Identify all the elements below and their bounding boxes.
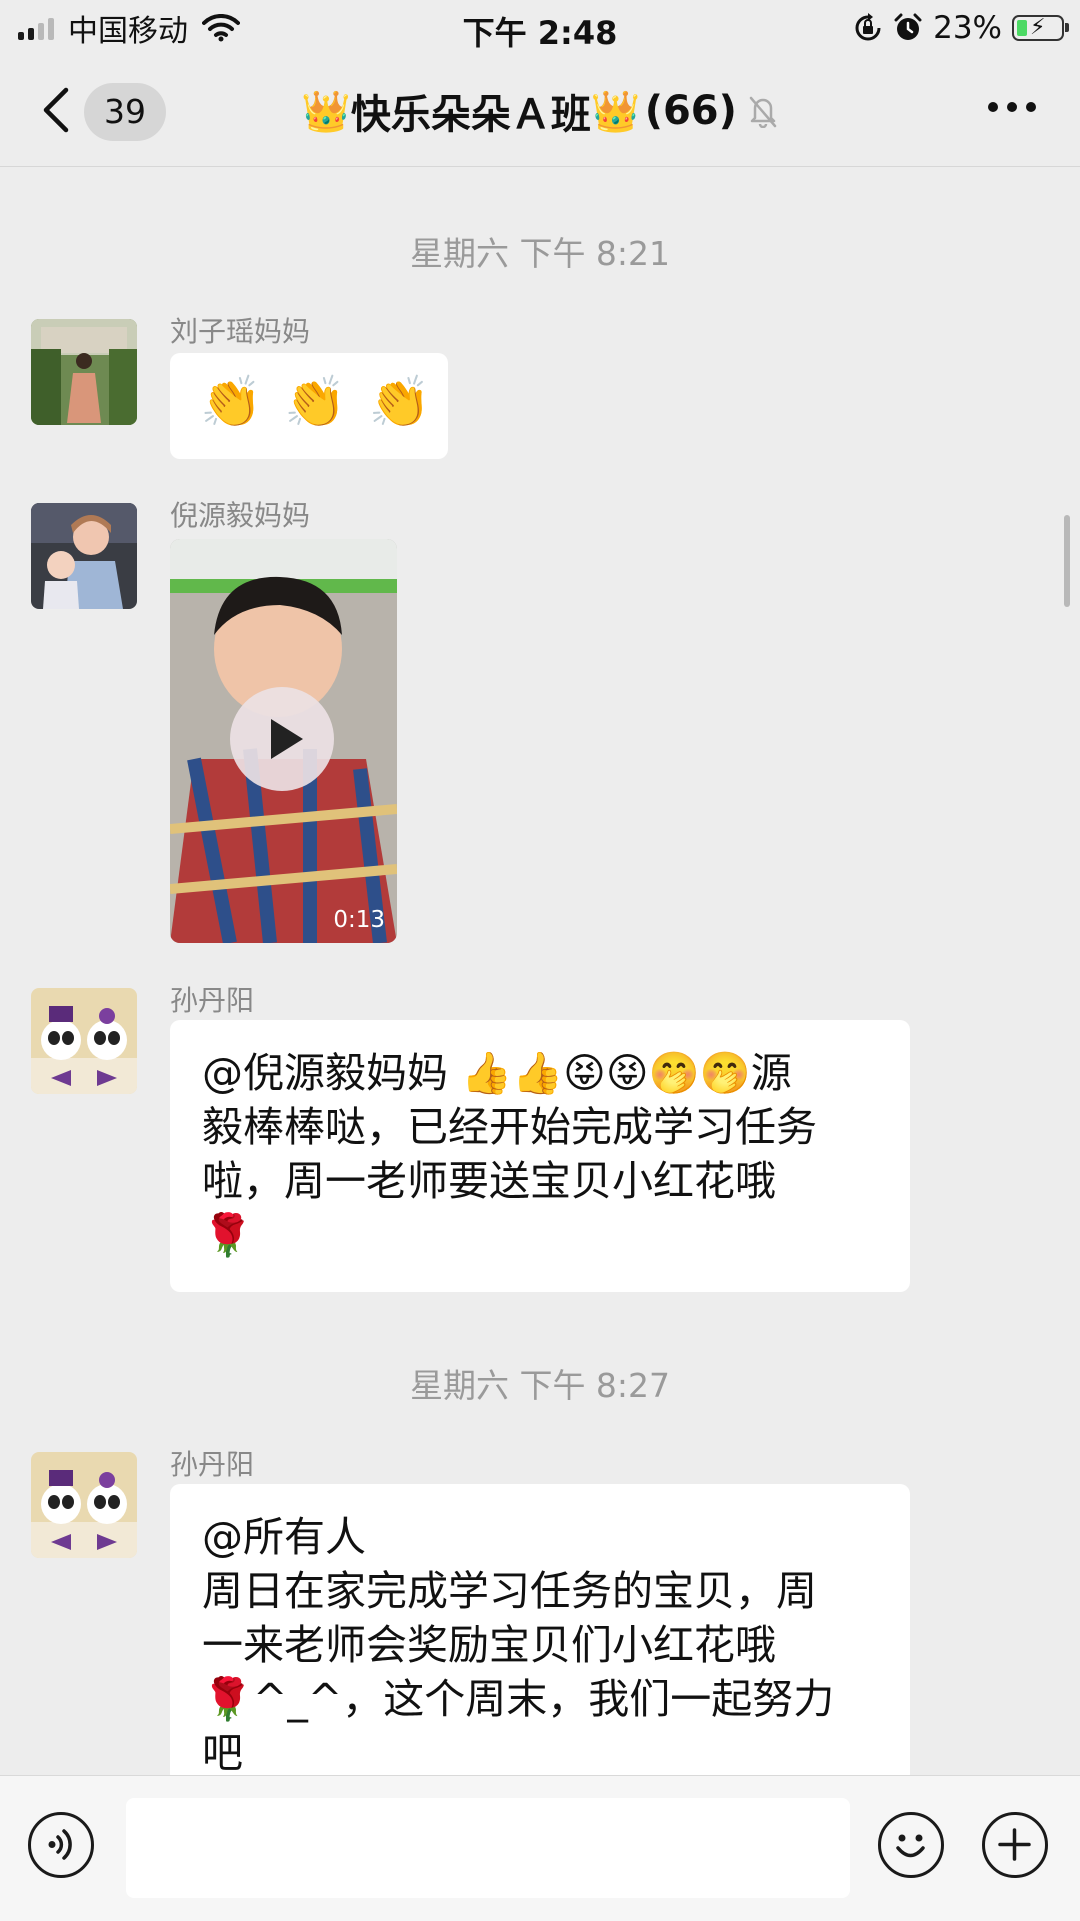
member-count: (66): [644, 88, 737, 134]
message-text: @倪源毅妈妈 👍👍😝😝🤭🤭源 毅棒棒哒，已经开始完成学习任务 啦，周一老师要送宝…: [202, 1049, 817, 1259]
status-right: 23% ⚡: [853, 8, 1069, 48]
more-icon[interactable]: [988, 102, 1036, 112]
message-input[interactable]: [126, 1798, 850, 1898]
orientation-lock-icon: [855, 13, 881, 41]
message-bubble[interactable]: 👏 👏 👏: [170, 353, 448, 459]
crown-icon: 👑: [301, 88, 351, 135]
avatar[interactable]: [31, 1452, 137, 1558]
voice-icon[interactable]: [28, 1812, 94, 1878]
scroll-indicator[interactable]: [1064, 515, 1070, 607]
clap-emoji: 👏: [284, 373, 347, 431]
message-bubble[interactable]: @倪源毅妈妈 👍👍😝😝🤭🤭源 毅棒棒哒，已经开始完成学习任务 啦，周一老师要送宝…: [170, 1020, 910, 1292]
timestamp: 星期六 下午 8:21: [409, 234, 671, 273]
sender-name: 孙丹阳: [170, 1448, 255, 1481]
video-duration: 0:13: [333, 907, 385, 933]
emoji-icon[interactable]: [878, 1812, 944, 1878]
battery-percent: 23%: [933, 10, 1002, 46]
timestamp: 星期六 下午 8:27: [409, 1366, 671, 1405]
avatar[interactable]: [31, 503, 137, 609]
avatar[interactable]: [31, 319, 137, 425]
emoji-row: 👏 👏 👏: [170, 353, 448, 452]
group-title[interactable]: 👑 快乐朵朵Ａ班 👑 (66): [0, 82, 1080, 140]
message-text: @所有人 周日在家完成学习任务的宝贝，周 一来老师会奖励宝贝们小红花哦 🌹^_^…: [202, 1513, 835, 1777]
plus-icon[interactable]: [982, 1812, 1048, 1878]
group-name: 快乐朵朵Ａ班: [350, 92, 591, 138]
video-message[interactable]: 0:13: [170, 539, 397, 943]
play-icon[interactable]: [230, 687, 334, 791]
clap-emoji: 👏: [368, 373, 431, 431]
battery-charging-icon: ⚡: [1012, 15, 1069, 41]
alarm-icon: [894, 13, 922, 40]
crown-icon: 👑: [590, 88, 641, 135]
mute-bell-icon: [749, 96, 777, 128]
sender-name: 倪源毅妈妈: [170, 499, 311, 532]
input-bar: [0, 1775, 1080, 1921]
sender-name: 孙丹阳: [170, 984, 255, 1017]
avatar[interactable]: [31, 988, 137, 1094]
sender-name: 刘子瑶妈妈: [170, 315, 311, 348]
clap-emoji: 👏: [200, 373, 263, 431]
chat-header: 39 👑 快乐朵朵Ａ班 👑 (66): [0, 56, 1080, 167]
message-bubble[interactable]: @所有人 周日在家完成学习任务的宝贝，周 一来老师会奖励宝贝们小红花哦 🌹^_^…: [170, 1484, 910, 1784]
status-bar: 中国移动 下午 2:48 23% ⚡: [0, 0, 1080, 56]
